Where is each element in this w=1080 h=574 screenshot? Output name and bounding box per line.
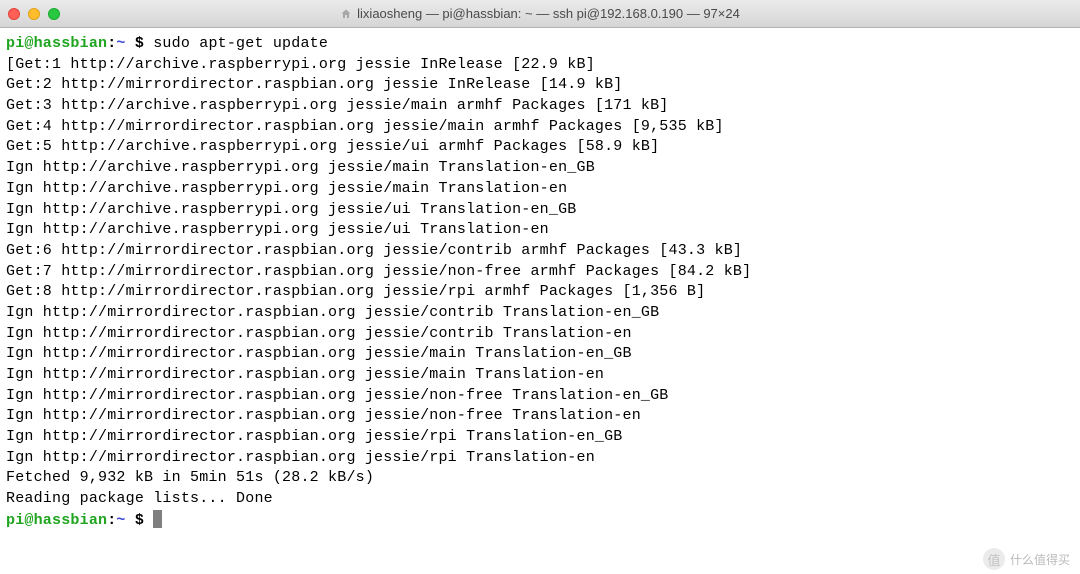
close-button[interactable] [8, 8, 20, 20]
output-line: Ign http://mirrordirector.raspbian.org j… [6, 448, 1074, 469]
prompt-path: ~ [116, 35, 134, 52]
output-line: Ign http://archive.raspberrypi.org jessi… [6, 220, 1074, 241]
terminal-area[interactable]: pi@hassbian:~ $ sudo apt-get update [Get… [0, 28, 1080, 538]
command-text: sudo apt-get update [153, 35, 328, 52]
minimize-button[interactable] [28, 8, 40, 20]
output-line: Get:7 http://mirrordirector.raspbian.org… [6, 262, 1074, 283]
maximize-button[interactable] [48, 8, 60, 20]
prompt-dollar: $ [135, 35, 144, 52]
watermark-text: 什么值得买 [1010, 551, 1070, 568]
output-line: Get:8 http://mirrordirector.raspbian.org… [6, 282, 1074, 303]
cursor [153, 510, 162, 528]
prompt-path: ~ [116, 512, 134, 529]
output-line: Get:6 http://mirrordirector.raspbian.org… [6, 241, 1074, 262]
window-controls [8, 8, 60, 20]
output-line: Ign http://archive.raspberrypi.org jessi… [6, 179, 1074, 200]
watermark-icon: 值 [983, 548, 1005, 570]
output-line: Get:2 http://mirrordirector.raspbian.org… [6, 75, 1074, 96]
output-line: Get:4 http://mirrordirector.raspbian.org… [6, 117, 1074, 138]
output-line: Ign http://mirrordirector.raspbian.org j… [6, 427, 1074, 448]
prompt-user-host: pi@hassbian [6, 35, 107, 52]
output-line: Ign http://mirrordirector.raspbian.org j… [6, 386, 1074, 407]
output-line: Ign http://mirrordirector.raspbian.org j… [6, 303, 1074, 324]
window-title: lixiaosheng — pi@hassbian: ~ — ssh pi@19… [357, 6, 740, 21]
watermark: 值 什么值得买 [983, 548, 1070, 570]
output-line: Ign http://mirrordirector.raspbian.org j… [6, 365, 1074, 386]
output-line: [Get:1 http://archive.raspberrypi.org je… [6, 55, 1074, 76]
output-line: Get:3 http://archive.raspberrypi.org jes… [6, 96, 1074, 117]
prompt-line-2: pi@hassbian:~ $ [6, 510, 1074, 532]
output-line: Get:5 http://archive.raspberrypi.org jes… [6, 137, 1074, 158]
prompt-line: pi@hassbian:~ $ sudo apt-get update [6, 34, 1074, 55]
prompt-dollar: $ [135, 512, 144, 529]
home-icon [340, 8, 352, 20]
output-line: Ign http://archive.raspberrypi.org jessi… [6, 158, 1074, 179]
output-line: Reading package lists... Done [6, 489, 1074, 510]
output-lines: [Get:1 http://archive.raspberrypi.org je… [6, 55, 1074, 510]
output-line: Ign http://mirrordirector.raspbian.org j… [6, 406, 1074, 427]
titlebar: lixiaosheng — pi@hassbian: ~ — ssh pi@19… [0, 0, 1080, 28]
output-line: Fetched 9,932 kB in 5min 51s (28.2 kB/s) [6, 468, 1074, 489]
output-line: Ign http://mirrordirector.raspbian.org j… [6, 324, 1074, 345]
output-line: Ign http://mirrordirector.raspbian.org j… [6, 344, 1074, 365]
window-title-container: lixiaosheng — pi@hassbian: ~ — ssh pi@19… [0, 6, 1080, 21]
output-line: Ign http://archive.raspberrypi.org jessi… [6, 200, 1074, 221]
prompt-user-host: pi@hassbian [6, 512, 107, 529]
